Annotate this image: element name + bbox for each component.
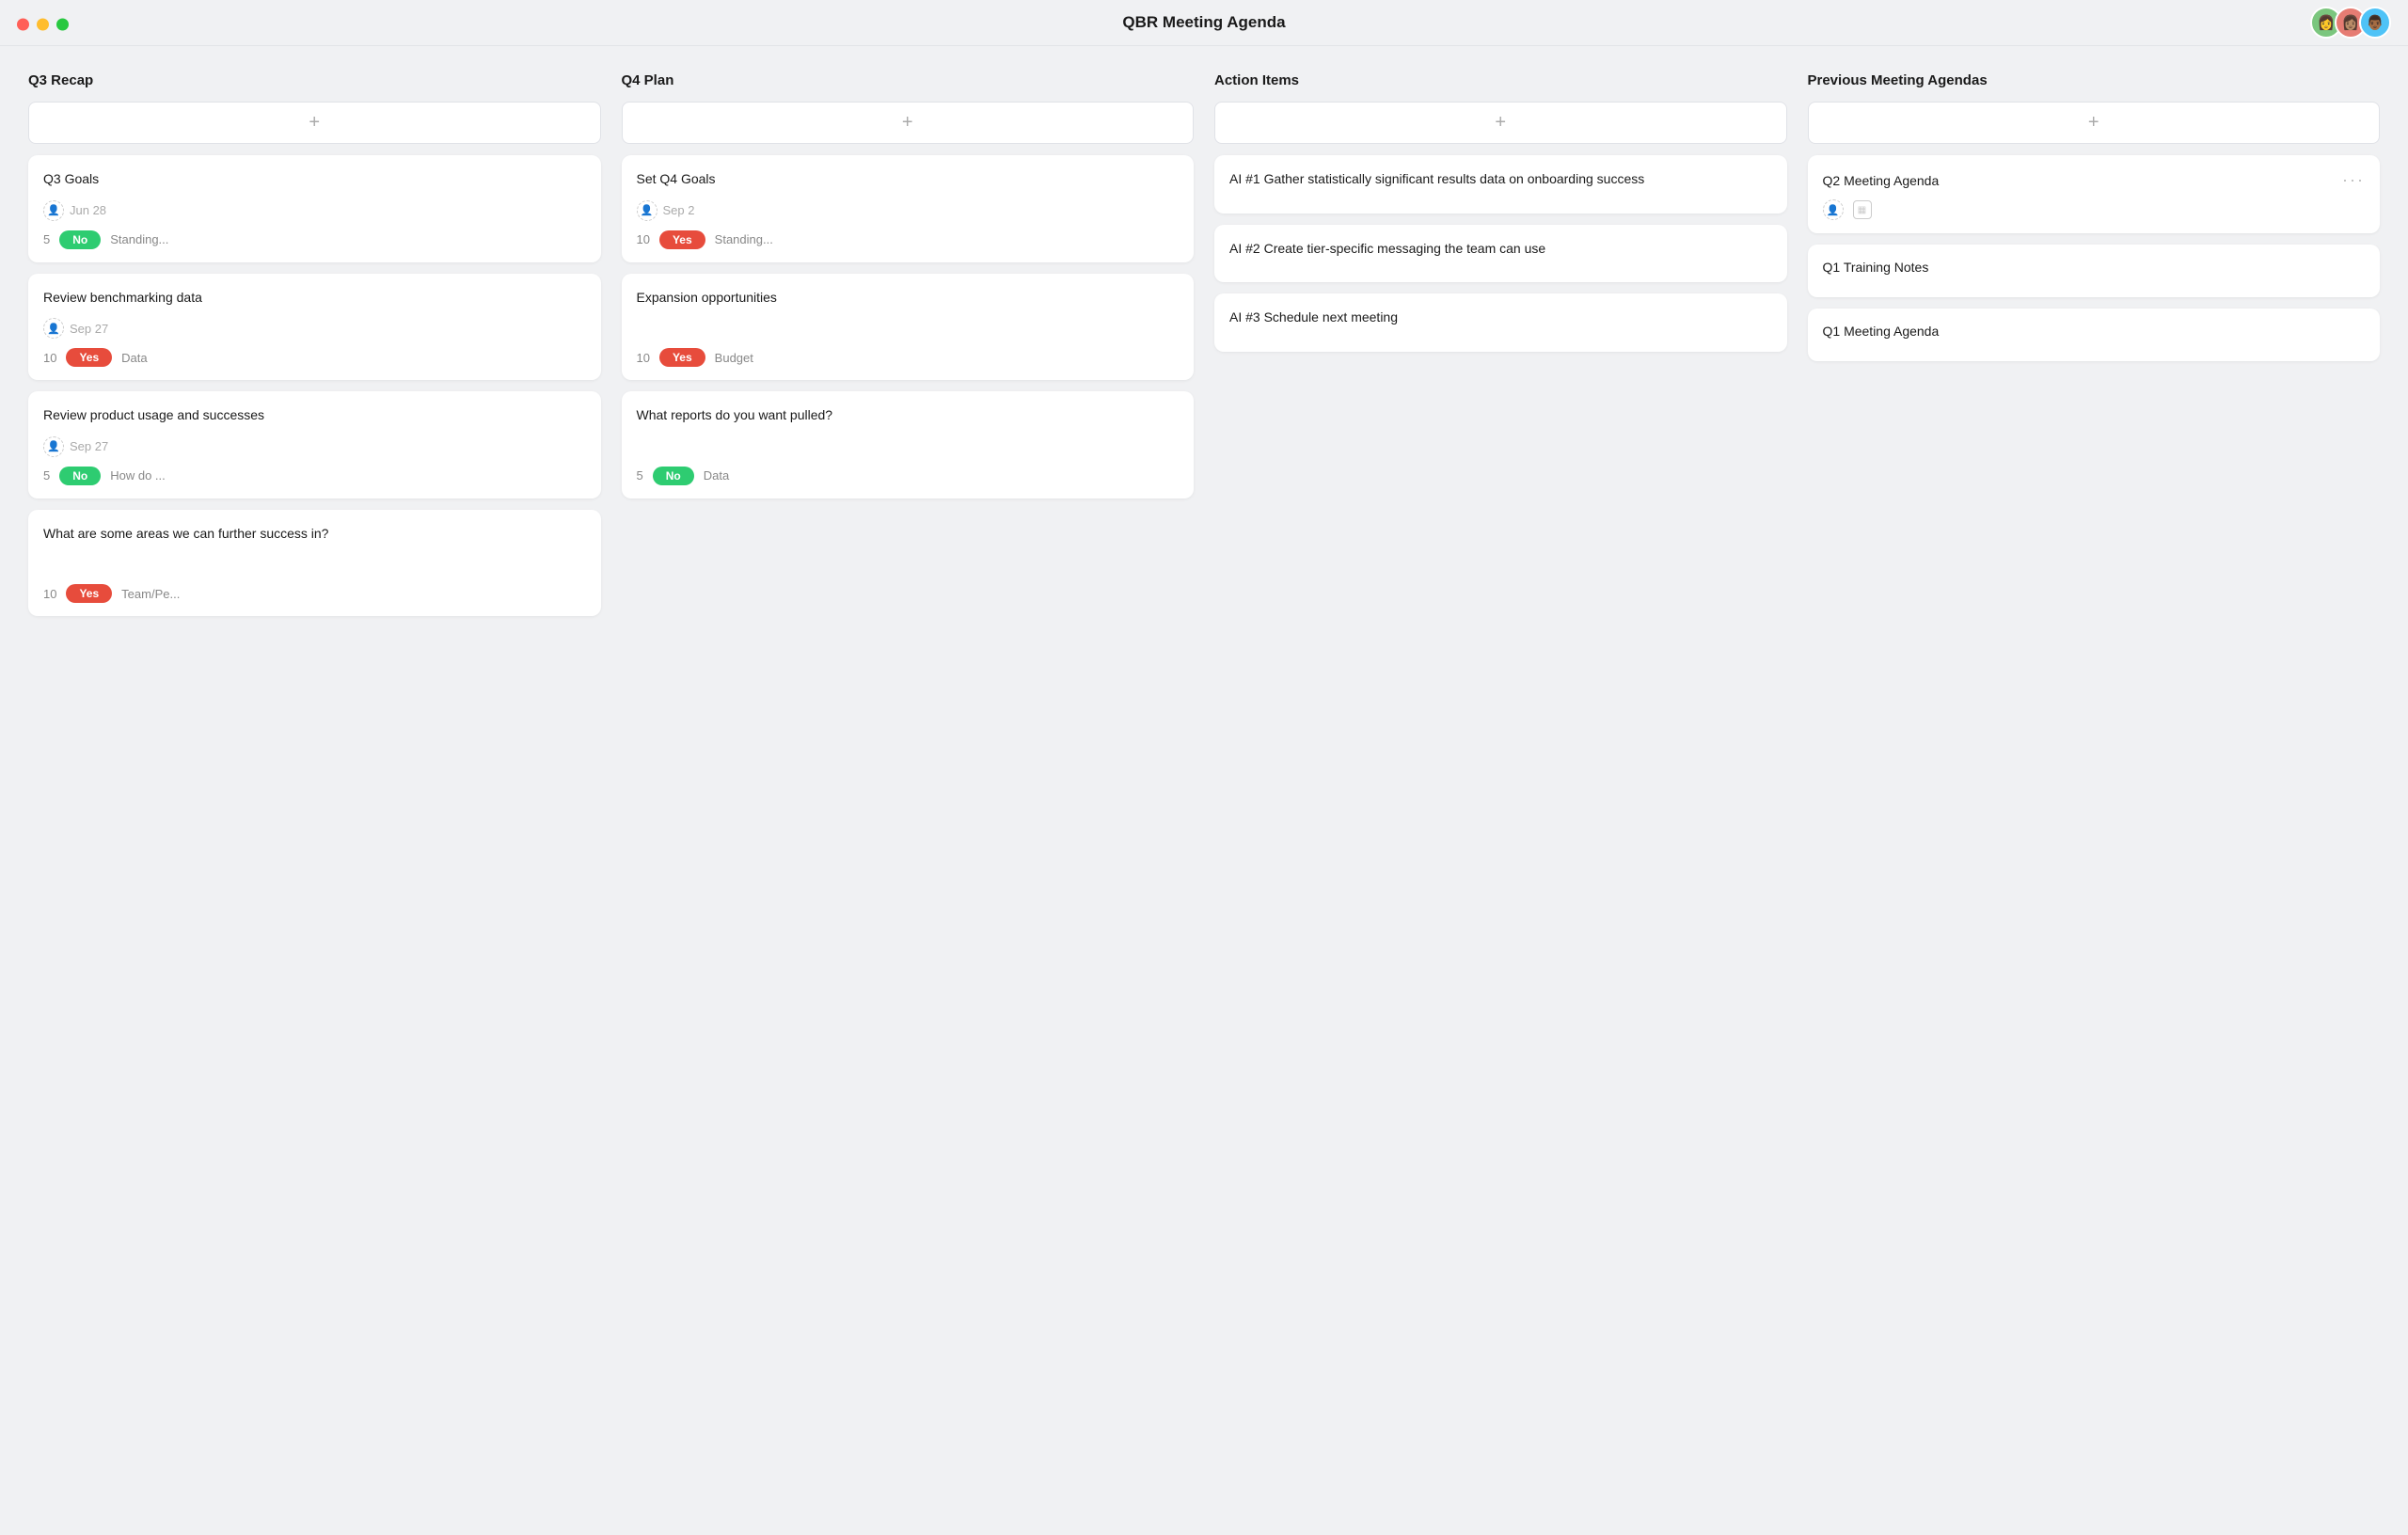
user-icon: 👤: [637, 200, 657, 221]
card-q3goals: Q3 Goals 👤 Jun 28 5 No Standing...: [28, 155, 601, 262]
card-q2agenda: Q2 Meeting Agenda ··· 👤 ▦: [1808, 155, 2381, 233]
card-reports: What reports do you want pulled? 5 No Da…: [622, 391, 1195, 498]
card-product-usage: Review product usage and successes 👤 Sep…: [28, 391, 601, 498]
column-header-q4plan: Q4 Plan: [622, 72, 1195, 88]
previous-card-title: Q1 Training Notes: [1823, 260, 1929, 275]
badge-yes: Yes: [659, 348, 705, 367]
card-footer: 10 Yes Team/Pe...: [43, 584, 586, 603]
previous-card-header: Q1 Meeting Agenda: [1823, 324, 2366, 339]
previous-card-title: Q2 Meeting Agenda: [1823, 173, 1940, 188]
card-ai2: AI #2 Create tier-specific messaging the…: [1214, 225, 1787, 283]
card-title: AI #3 Schedule next meeting: [1229, 309, 1772, 327]
previous-card-header: Q1 Training Notes: [1823, 260, 2366, 275]
minimize-button[interactable]: [37, 19, 49, 31]
card-meta: 👤 Jun 28: [43, 200, 586, 221]
card-meta: 👤 Sep 27: [43, 318, 586, 339]
page-title: QBR Meeting Agenda: [1122, 13, 1285, 32]
card-title: Set Q4 Goals: [637, 170, 1180, 189]
card-title: Review product usage and successes: [43, 406, 586, 425]
previous-card-header: Q2 Meeting Agenda ···: [1823, 170, 2366, 190]
maximize-button[interactable]: [56, 19, 69, 31]
card-footer: 10 Yes Data: [43, 348, 586, 367]
card-footer: 10 Yes Standing...: [637, 230, 1180, 249]
card-label: Data: [704, 468, 729, 483]
column-q3recap: Q3 Recap + Q3 Goals 👤 Jun 28 5 No Standi…: [28, 72, 601, 627]
card-number: 10: [637, 351, 650, 365]
card-expansion: Expansion opportunities 10 Yes Budget: [622, 274, 1195, 381]
card-label: Standing...: [110, 232, 168, 246]
user-icon: 👤: [1823, 199, 1844, 220]
card-number: 5: [637, 468, 643, 483]
card-meta: [637, 436, 1180, 457]
card-number: 10: [43, 587, 56, 601]
card-meta: 👤 Sep 27: [43, 436, 586, 457]
card-set-q4goals: Set Q4 Goals 👤 Sep 2 10 Yes Standing...: [622, 155, 1195, 262]
card-title: Q3 Goals: [43, 170, 586, 189]
title-bar: QBR Meeting Agenda 👩 👩🏽 👨🏾: [0, 0, 2408, 46]
add-card-q3recap[interactable]: +: [28, 102, 601, 144]
card-ai1: AI #1 Gather statistically significant r…: [1214, 155, 1787, 214]
card-benchmarking: Review benchmarking data 👤 Sep 27 10 Yes…: [28, 274, 601, 381]
board: Q3 Recap + Q3 Goals 👤 Jun 28 5 No Standi…: [0, 46, 2408, 656]
card-title: Review benchmarking data: [43, 289, 586, 308]
badge-no: No: [59, 230, 101, 249]
card-title: Expansion opportunities: [637, 289, 1180, 308]
card-footer: 10 Yes Budget: [637, 348, 1180, 367]
card-meta: [43, 554, 586, 575]
card-footer: 5 No How do ...: [43, 467, 586, 485]
card-q1training: Q1 Training Notes: [1808, 245, 2381, 297]
user-icon: 👤: [43, 436, 64, 457]
card-label: Team/Pe...: [121, 587, 180, 601]
card-ai3: AI #3 Schedule next meeting: [1214, 293, 1787, 352]
column-header-q3recap: Q3 Recap: [28, 72, 601, 88]
card-date: Jun 28: [70, 203, 106, 217]
close-button[interactable]: [17, 19, 29, 31]
column-previous-agendas: Previous Meeting Agendas + Q2 Meeting Ag…: [1808, 72, 2381, 372]
card-meta: 👤 Sep 2: [637, 200, 1180, 221]
card-label: Budget: [715, 351, 753, 365]
badge-yes: Yes: [66, 584, 112, 603]
card-number: 5: [43, 232, 50, 246]
card-title: What reports do you want pulled?: [637, 406, 1180, 425]
badge-yes: Yes: [66, 348, 112, 367]
card-label: Data: [121, 351, 147, 365]
card-number: 10: [43, 351, 56, 365]
card-number: 5: [43, 468, 50, 483]
calendar-icon: ▦: [1853, 200, 1872, 219]
badge-yes: Yes: [659, 230, 705, 249]
previous-card-icons: 👤 ▦: [1823, 199, 2366, 220]
previous-card-title: Q1 Meeting Agenda: [1823, 324, 1940, 339]
user-icon: 👤: [43, 318, 64, 339]
badge-no: No: [653, 467, 694, 485]
card-footer: 5 No Data: [637, 467, 1180, 485]
card-title: What are some areas we can further succe…: [43, 525, 586, 544]
card-meta: [637, 318, 1180, 339]
card-date: Sep 27: [70, 439, 108, 453]
column-header-previous-agendas: Previous Meeting Agendas: [1808, 72, 2381, 88]
avatars-group: 👩 👩🏽 👨🏾: [2310, 7, 2391, 39]
card-q1agenda: Q1 Meeting Agenda: [1808, 309, 2381, 361]
column-action-items: Action Items + AI #1 Gather statisticall…: [1214, 72, 1787, 363]
avatar-3[interactable]: 👨🏾: [2359, 7, 2391, 39]
column-q4plan: Q4 Plan + Set Q4 Goals 👤 Sep 2 10 Yes St…: [622, 72, 1195, 510]
card-further-success: What are some areas we can further succe…: [28, 510, 601, 617]
dots-menu[interactable]: ···: [2342, 170, 2365, 190]
card-label: Standing...: [715, 232, 773, 246]
card-title: AI #2 Create tier-specific messaging the…: [1229, 240, 1772, 259]
add-card-previous-agendas[interactable]: +: [1808, 102, 2381, 144]
card-title: AI #1 Gather statistically significant r…: [1229, 170, 1772, 189]
traffic-lights: [17, 19, 69, 31]
column-header-action-items: Action Items: [1214, 72, 1787, 88]
card-label: How do ...: [110, 468, 166, 483]
badge-no: No: [59, 467, 101, 485]
user-icon: 👤: [43, 200, 64, 221]
card-footer: 5 No Standing...: [43, 230, 586, 249]
card-date: Sep 27: [70, 322, 108, 336]
card-number: 10: [637, 232, 650, 246]
card-date: Sep 2: [663, 203, 695, 217]
add-card-action-items[interactable]: +: [1214, 102, 1787, 144]
add-card-q4plan[interactable]: +: [622, 102, 1195, 144]
